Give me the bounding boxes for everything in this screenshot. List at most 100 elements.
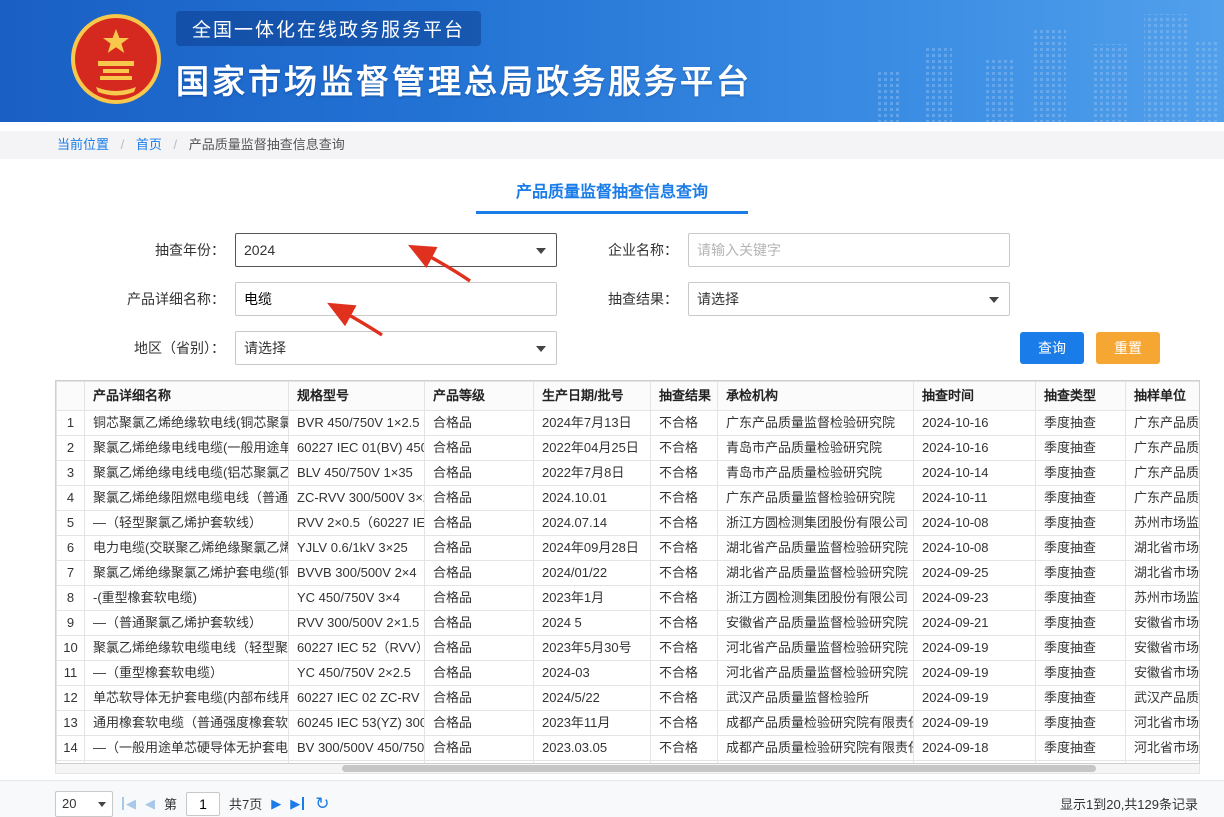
header-banner: 全国一体化在线政务服务平台 国家市场监督管理总局政务服务平台 bbox=[0, 0, 1224, 122]
cell-time: 2024-09-19 bbox=[914, 711, 1036, 736]
cell-type: 季度抽查 bbox=[1036, 711, 1126, 736]
table-row[interactable]: 13通用橡套软电缆（普通强度橡套软线）60245 IEC 53(YZ) 300/… bbox=[57, 711, 1201, 736]
next-page-icon[interactable]: ▶ bbox=[271, 797, 281, 810]
cell-unit: 广东产品质量监督检验研究院 bbox=[1126, 461, 1201, 486]
cell-agency: 广东产品质量监督检验研究院 bbox=[718, 486, 914, 511]
result-select[interactable]: 请选择 bbox=[688, 282, 1010, 316]
first-page-icon[interactable]: ◀ bbox=[122, 797, 136, 810]
last-page-icon[interactable]: ▶ bbox=[290, 797, 304, 810]
column-header: 抽查类型 bbox=[1036, 382, 1126, 411]
table-row[interactable]: 7聚氯乙烯绝缘聚氯乙烯护套电缆(铜芯BVVB 300/500V 2×4合格品20… bbox=[57, 561, 1201, 586]
scrollbar-thumb[interactable] bbox=[342, 765, 1096, 772]
cell-result: 不合格 bbox=[651, 486, 718, 511]
cell-unit: 武汉产品质量监督检验所 bbox=[1126, 686, 1201, 711]
cell-grade: 合格品 bbox=[425, 611, 534, 636]
cell-result: 不合格 bbox=[651, 436, 718, 461]
cell-time: 2024-10-16 bbox=[914, 436, 1036, 461]
cell-type: 季度抽查 bbox=[1036, 486, 1126, 511]
cell-unit: 湖北省市场监督管理局 bbox=[1126, 561, 1201, 586]
table-row[interactable]: 1铜芯聚氯乙烯绝缘软电线(铜芯聚氯乙BVR 450/750V 1×2.5合格品2… bbox=[57, 411, 1201, 436]
cell-agency: 浙江方圆检测集团股份有限公司 bbox=[718, 511, 914, 536]
region-label: 地区（省别）： bbox=[55, 338, 235, 358]
cell-result: 不合格 bbox=[651, 636, 718, 661]
tab-product-quality-query[interactable]: 产品质量监督抽查信息查询 bbox=[476, 172, 748, 214]
cell-date: 2024/01/22 bbox=[534, 561, 651, 586]
results-table-container: 产品详细名称规格型号产品等级生产日期/批号抽查结果承检机构抽查时间抽查类型抽样单… bbox=[55, 380, 1200, 764]
cell-name: 聚氯乙烯绝缘阻燃电缆电线（普通聚氯 bbox=[85, 486, 289, 511]
cell-date: 2024.07.14 bbox=[534, 511, 651, 536]
cell-time: 2024-10-11 bbox=[914, 486, 1036, 511]
breadcrumb-separator: / bbox=[174, 137, 178, 152]
cell-type: 季度抽查 bbox=[1036, 436, 1126, 461]
cell-time: 2024-10-14 bbox=[914, 461, 1036, 486]
column-header: 承检机构 bbox=[718, 382, 914, 411]
national-emblem bbox=[70, 13, 162, 110]
cell-no: 14 bbox=[57, 736, 85, 761]
table-body: 1铜芯聚氯乙烯绝缘软电线(铜芯聚氯乙BVR 450/750V 1×2.5合格品2… bbox=[57, 411, 1201, 765]
cell-type: 季度抽查 bbox=[1036, 611, 1126, 636]
product-name-input[interactable] bbox=[235, 282, 557, 316]
column-header: 抽查时间 bbox=[914, 382, 1036, 411]
cell-name: 聚氯乙烯绝缘聚氯乙烯护套电缆(铜芯 bbox=[85, 561, 289, 586]
table-row[interactable]: 3聚氯乙烯绝缘电线电缆(铝芯聚氯乙烯BLV 450/750V 1×35合格品20… bbox=[57, 461, 1201, 486]
region-select[interactable]: 请选择 bbox=[235, 331, 557, 365]
cell-no: 5 bbox=[57, 511, 85, 536]
cell-spec: BV 300/500V 450/750V bbox=[289, 736, 425, 761]
cell-spec: YJLV 0.6/1kV 3×25 bbox=[289, 536, 425, 561]
table-row[interactable]: 14—（一般用途单芯硬导体无护套电缆）BV 300/500V 450/750V合… bbox=[57, 736, 1201, 761]
breadcrumb-home-link[interactable]: 首页 bbox=[136, 137, 162, 152]
company-input[interactable] bbox=[688, 233, 1010, 267]
cell-agency: 青岛市产品质量检验研究院 bbox=[718, 461, 914, 486]
breadcrumb-location[interactable]: 当前位置 bbox=[57, 137, 109, 152]
prev-page-icon[interactable]: ◀ bbox=[145, 797, 155, 810]
cell-name: —（普通聚氯乙烯护套软线） bbox=[85, 611, 289, 636]
column-header: 产品详细名称 bbox=[85, 382, 289, 411]
page-number-input[interactable] bbox=[186, 792, 220, 816]
cell-grade: 合格品 bbox=[425, 411, 534, 436]
table-row[interactable]: 4聚氯乙烯绝缘阻燃电缆电线（普通聚氯ZC-RVV 300/500V 3×2合格品… bbox=[57, 486, 1201, 511]
cell-time: 2024-09-23 bbox=[914, 586, 1036, 611]
cell-spec: YC 450/750V 2×2.5 bbox=[289, 661, 425, 686]
query-button[interactable]: 查询 bbox=[1020, 332, 1084, 364]
cell-result: 不合格 bbox=[651, 661, 718, 686]
table-row[interactable]: 2聚氯乙烯绝缘电线电缆(一般用途单芯60227 IEC 01(BV) 450/合… bbox=[57, 436, 1201, 461]
cell-grade: 合格品 bbox=[425, 511, 534, 536]
cell-unit: 河北省市场监督管理局 bbox=[1126, 736, 1201, 761]
cell-agency: 河北省产品质量监督检验研究院 bbox=[718, 661, 914, 686]
header-building-graphic bbox=[764, 0, 1224, 122]
cell-unit: 广东产品质量监督检验研究院 bbox=[1126, 411, 1201, 436]
cell-name: -(重型橡套软电缆) bbox=[85, 586, 289, 611]
cell-grade: 合格品 bbox=[425, 686, 534, 711]
cell-agency: 成都产品质量检验研究院有限责任公司 bbox=[718, 736, 914, 761]
cell-result: 不合格 bbox=[651, 736, 718, 761]
table-row[interactable]: 10聚氯乙烯绝缘软电缆电线（轻型聚氯乙60227 IEC 52（RVV）合格品2… bbox=[57, 636, 1201, 661]
cell-type: 季度抽查 bbox=[1036, 411, 1126, 436]
cell-spec: ZC-RVV 300/500V 3×2 bbox=[289, 486, 425, 511]
cell-time: 2024-09-19 bbox=[914, 686, 1036, 711]
table-row[interactable]: 8-(重型橡套软电缆)YC 450/750V 3×4合格品2023年1月不合格浙… bbox=[57, 586, 1201, 611]
year-select[interactable]: 2024 bbox=[235, 233, 557, 267]
horizontal-scrollbar[interactable] bbox=[55, 764, 1200, 774]
cell-time: 2024-09-18 bbox=[914, 736, 1036, 761]
refresh-icon[interactable]: ↻ bbox=[315, 795, 329, 812]
cell-date: 2024 5 bbox=[534, 611, 651, 636]
breadcrumb-current: 产品质量监督抽查信息查询 bbox=[189, 137, 345, 152]
table-row[interactable]: 11—（重型橡套软电缆）YC 450/750V 2×2.5合格品2024-03不… bbox=[57, 661, 1201, 686]
column-header: 生产日期/批号 bbox=[534, 382, 651, 411]
cell-grade: 合格品 bbox=[425, 461, 534, 486]
cell-date: 2024/5/22 bbox=[534, 686, 651, 711]
table-row[interactable]: 12单芯软导体无护套电缆(内部布线用导60227 IEC 02 ZC-RV 3(… bbox=[57, 686, 1201, 711]
cell-agency: 湖北省产品质量监督检验研究院 bbox=[718, 536, 914, 561]
cell-name: —（轻型聚氯乙烯护套软线） bbox=[85, 511, 289, 536]
table-row[interactable]: 9—（普通聚氯乙烯护套软线）RVV 300/500V 2×1.5（合格品2024… bbox=[57, 611, 1201, 636]
column-header bbox=[57, 382, 85, 411]
cell-date: 2024.10.01 bbox=[534, 486, 651, 511]
table-row[interactable]: 6电力电缆(交联聚乙烯绝缘聚氯乙烯护YJLV 0.6/1kV 3×25合格品20… bbox=[57, 536, 1201, 561]
column-header: 产品等级 bbox=[425, 382, 534, 411]
year-label: 抽查年份： bbox=[55, 240, 235, 260]
reset-button[interactable]: 重置 bbox=[1096, 332, 1160, 364]
cell-unit: 安徽省市场监督管理局 bbox=[1126, 611, 1201, 636]
table-row[interactable]: 5—（轻型聚氯乙烯护套软线）RVV 2×0.5（60227 IEC合格品2024… bbox=[57, 511, 1201, 536]
cell-unit: 湖北省市场监督管理局 bbox=[1126, 536, 1201, 561]
page-size-select[interactable]: 20 bbox=[55, 791, 113, 817]
